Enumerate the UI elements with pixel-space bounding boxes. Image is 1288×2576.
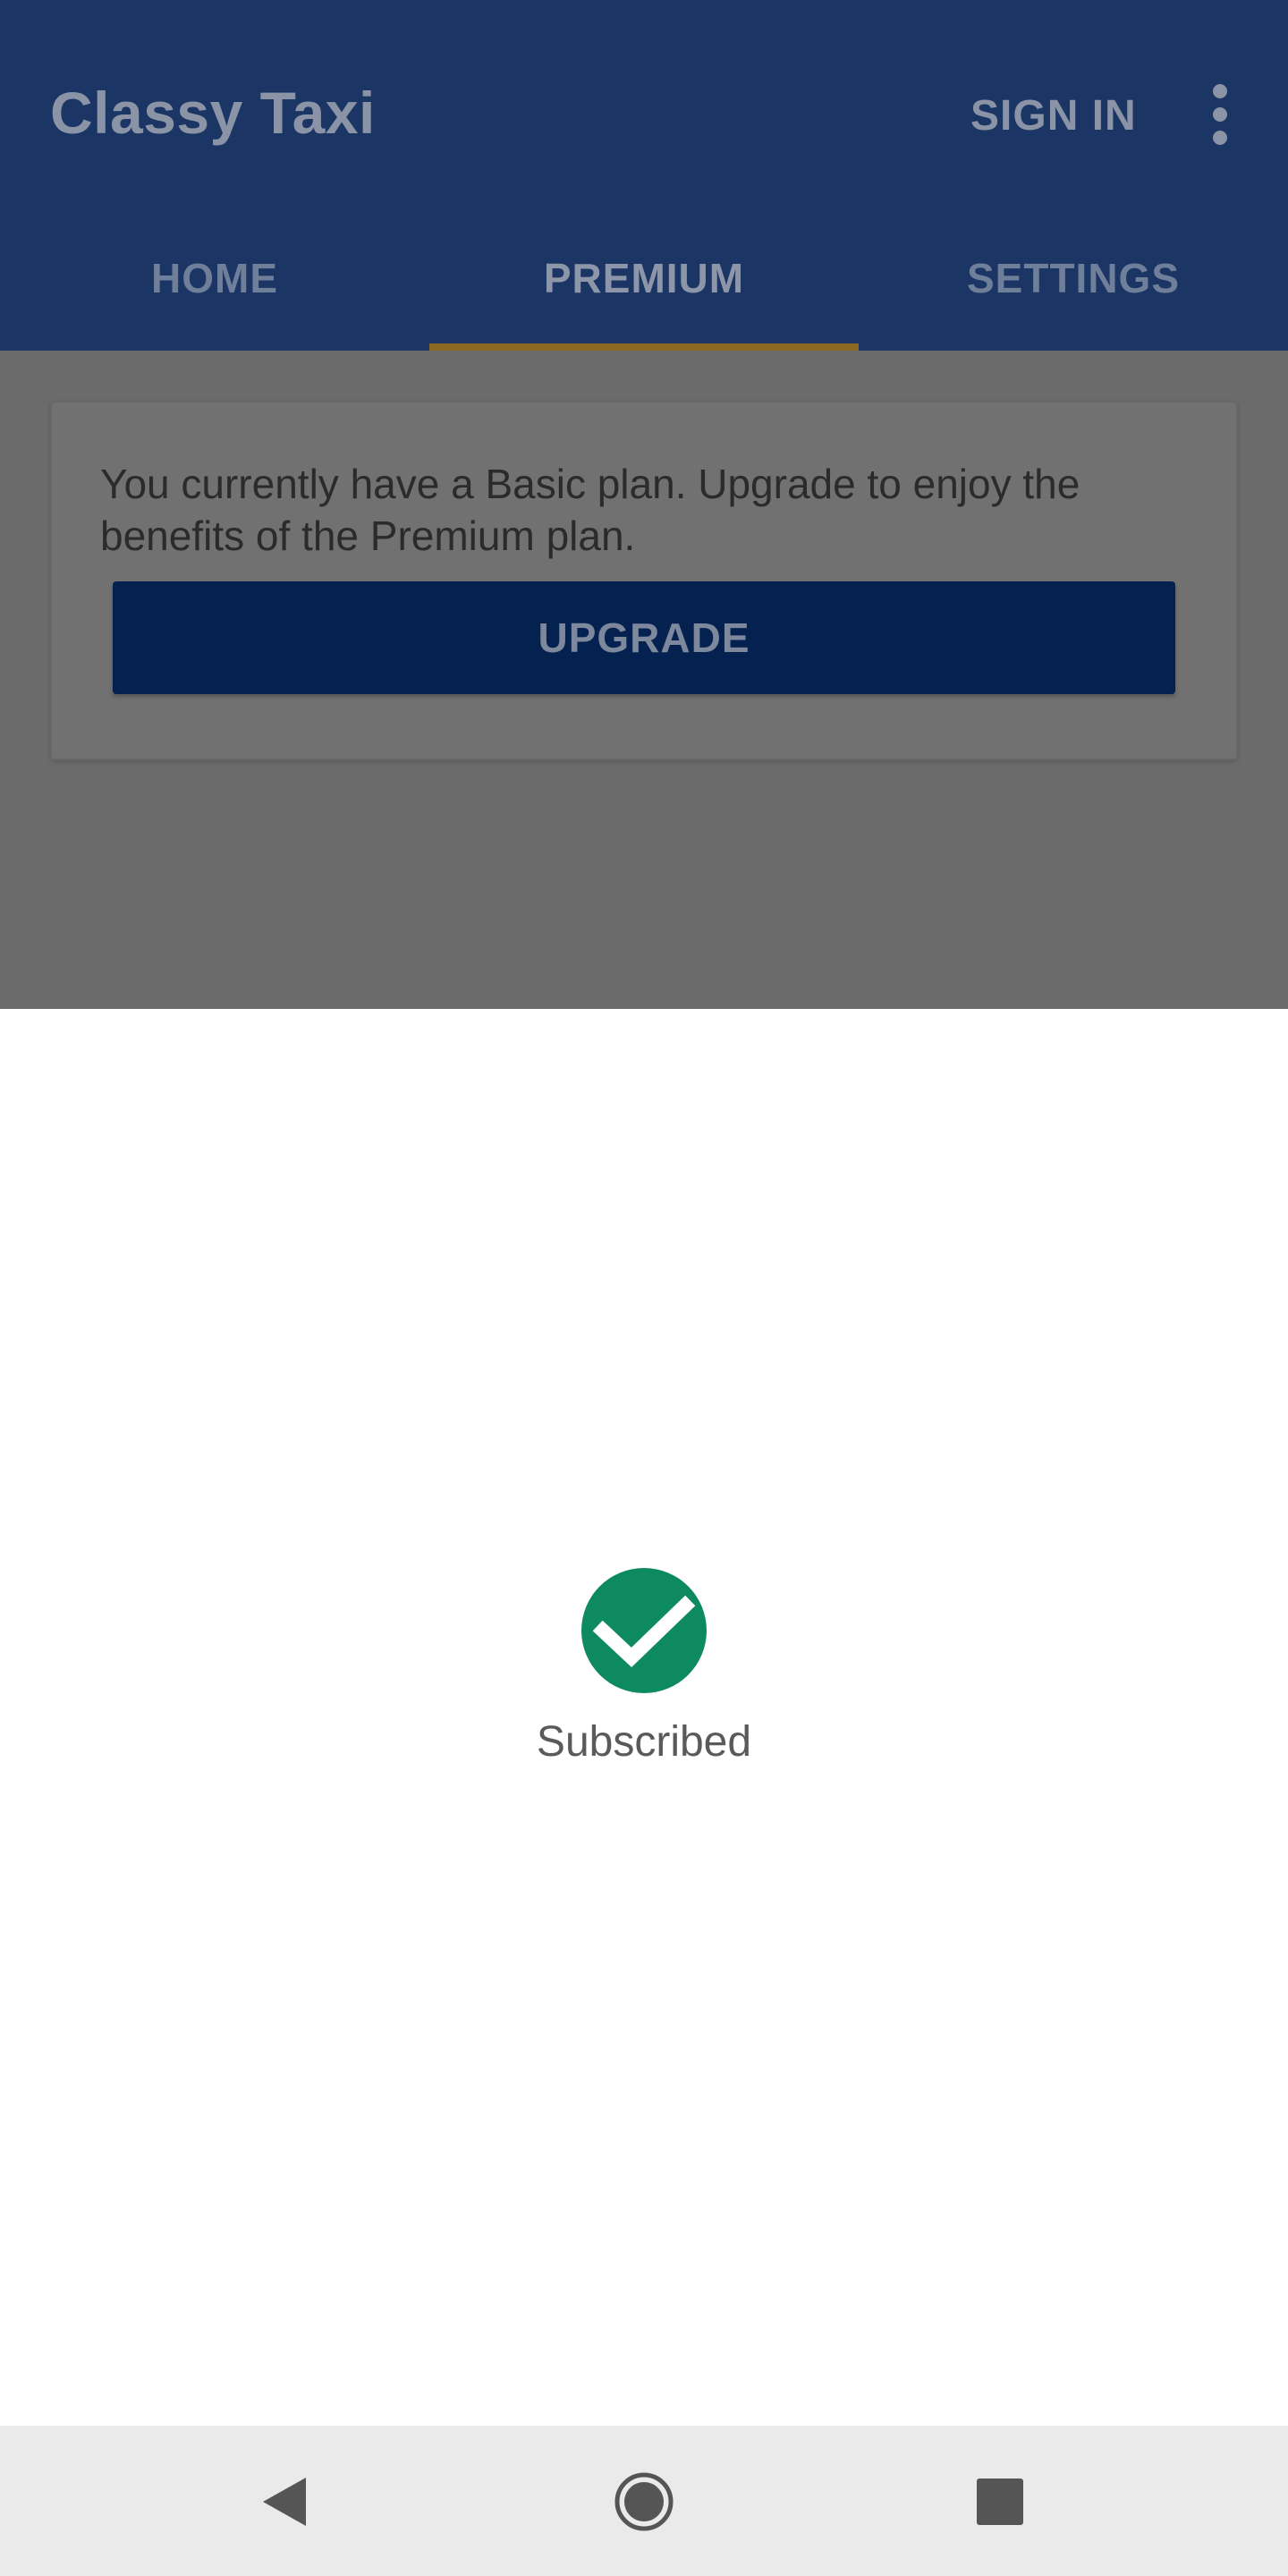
plan-message: You currently have a Basic plan. Upgrade… (100, 461, 1080, 559)
sign-in-button[interactable]: SIGN IN (970, 91, 1137, 140)
upgrade-button[interactable]: UPGRADE (113, 581, 1175, 694)
tab-settings[interactable]: SETTINGS (859, 215, 1288, 351)
app-bar: Classy Taxi SIGN IN HOME PREMIUM SETTING… (0, 0, 1288, 351)
scrim-content: You currently have a Basic plan. Upgrade… (0, 351, 1288, 1009)
screen: Classy Taxi SIGN IN HOME PREMIUM SETTING… (0, 0, 1288, 2576)
status-text: Subscribed (536, 1718, 752, 1766)
tab-home[interactable]: HOME (0, 215, 429, 351)
app-title: Classy Taxi (50, 80, 376, 146)
home-circle-icon[interactable] (613, 2470, 675, 2533)
purchase-result-sheet: Subscribed (0, 1009, 1288, 2426)
tab-indicator (429, 343, 859, 351)
recents-square-icon[interactable] (969, 2470, 1031, 2533)
tab-premium[interactable]: PREMIUM (429, 215, 859, 351)
check-circle-icon (581, 1568, 707, 1693)
system-nav-bar (0, 2426, 1288, 2576)
back-triangle-icon[interactable] (254, 2470, 317, 2533)
more-vert-icon[interactable] (1208, 84, 1233, 145)
plan-card: You currently have a Basic plan. Upgrade… (50, 401, 1238, 760)
tab-bar: HOME PREMIUM SETTINGS (0, 215, 1288, 351)
